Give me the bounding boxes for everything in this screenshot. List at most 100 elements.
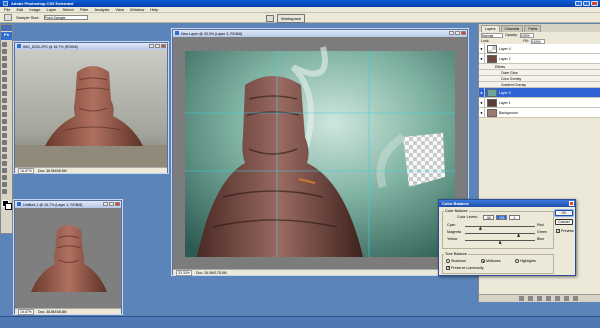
layer-row[interactable]: ● Layer 4 xyxy=(479,43,600,54)
minimize-doc-button[interactable] xyxy=(103,202,108,206)
visibility-eye-icon[interactable]: ● xyxy=(479,53,485,64)
new-layer-icon[interactable] xyxy=(564,296,569,301)
cyan-red-field[interactable]: -56 xyxy=(483,215,494,220)
visibility-eye-icon[interactable]: ● xyxy=(479,87,485,98)
magenta-green-field[interactable]: +53 xyxy=(496,215,507,220)
fill-field[interactable]: 100% xyxy=(530,38,545,44)
zoom-field[interactable]: 33.33% xyxy=(176,269,192,276)
layer-style-icon[interactable] xyxy=(528,296,533,301)
menu-image[interactable]: Image xyxy=(29,7,40,12)
history-brush-tool-icon[interactable] xyxy=(1,104,7,110)
menu-layer[interactable]: Layer xyxy=(46,7,56,12)
close-button[interactable] xyxy=(591,1,598,6)
marquee-tool-icon[interactable] xyxy=(1,48,7,54)
minimize-button[interactable] xyxy=(575,1,582,6)
visibility-eye-icon[interactable]: ● xyxy=(479,43,485,54)
crop-tool-icon[interactable] xyxy=(1,69,7,75)
dodge-tool-icon[interactable] xyxy=(1,132,7,138)
adjustment-layer-icon[interactable] xyxy=(546,296,551,301)
new-group-icon[interactable] xyxy=(555,296,560,301)
notes-tool-icon[interactable] xyxy=(1,167,7,173)
layer-row-selected[interactable]: ● Layer 3 xyxy=(479,87,600,98)
layer-mask-icon[interactable] xyxy=(537,296,542,301)
minimize-doc-button[interactable] xyxy=(149,44,154,48)
trash-icon[interactable] xyxy=(573,296,578,301)
layer-row[interactable]: ● Background xyxy=(479,107,600,118)
gradient-tool-icon[interactable] xyxy=(1,118,7,124)
bridge-icon[interactable] xyxy=(266,15,274,22)
shape-tool-icon[interactable] xyxy=(1,160,7,166)
color-swatches[interactable] xyxy=(2,200,12,210)
zoom-field[interactable]: 16.67% xyxy=(18,167,34,174)
highlights-radio[interactable] xyxy=(515,259,519,263)
close-doc-button[interactable] xyxy=(461,31,466,35)
dialog-title-bar[interactable]: Color Balance xyxy=(439,200,575,207)
slice-tool-icon[interactable] xyxy=(1,76,7,82)
document-title-bar[interactable]: IMG_5233.JPG @ 16.7% (RGB/8) xyxy=(15,43,167,50)
document-window-main[interactable]: New Layer @ 33.3% (Layer 3, RGB/8) 33.33… xyxy=(172,29,468,276)
path-select-tool-icon[interactable] xyxy=(1,153,7,159)
menu-view[interactable]: View xyxy=(115,7,124,12)
layer-row[interactable]: ● Layer 2 xyxy=(479,53,600,64)
cancel-button[interactable]: Cancel xyxy=(555,219,573,225)
menu-file[interactable]: File xyxy=(4,7,10,12)
blur-tool-icon[interactable] xyxy=(1,125,7,131)
menu-filter[interactable]: Filter xyxy=(80,7,89,12)
maximize-doc-button[interactable] xyxy=(155,44,160,48)
background-color-swatch[interactable] xyxy=(5,203,12,210)
menu-window[interactable]: Window xyxy=(130,7,144,12)
yellow-blue-field[interactable]: 0 xyxy=(509,215,520,220)
visibility-eye-icon[interactable]: ● xyxy=(479,107,485,118)
document-title-bar[interactable]: Untitled-1 @ 16.7% (Layer 1, RGB/8) xyxy=(15,201,121,208)
shadows-radio[interactable] xyxy=(446,259,450,263)
maximize-doc-button[interactable] xyxy=(455,31,460,35)
move-tool-icon[interactable] xyxy=(1,41,7,47)
document-canvas[interactable] xyxy=(15,50,167,167)
close-doc-button[interactable] xyxy=(161,44,166,48)
hand-tool-icon[interactable] xyxy=(1,181,7,187)
minimize-doc-button[interactable] xyxy=(449,31,454,35)
menu-help[interactable]: Help xyxy=(150,7,158,12)
opacity-field[interactable]: 100% xyxy=(519,32,534,38)
preview-checkbox[interactable]: ✓ xyxy=(556,229,560,233)
document-canvas[interactable] xyxy=(15,208,121,308)
brush-tool-icon[interactable] xyxy=(1,90,7,96)
type-tool-icon[interactable] xyxy=(1,146,7,152)
lasso-tool-icon[interactable] xyxy=(1,55,7,61)
eraser-tool-icon[interactable] xyxy=(1,111,7,117)
midtones-radio[interactable] xyxy=(481,259,485,263)
menu-analysis[interactable]: Analysis xyxy=(95,7,110,12)
tab-channels[interactable]: Channels xyxy=(500,25,524,32)
sample-size-select[interactable]: Point Sample xyxy=(43,15,88,20)
maximize-doc-button[interactable] xyxy=(109,202,114,206)
zoom-tool-icon[interactable] xyxy=(1,188,7,194)
ok-button[interactable]: OK xyxy=(555,210,573,216)
zoom-field[interactable]: 16.67% xyxy=(18,308,34,315)
menu-select[interactable]: Select xyxy=(63,7,74,12)
tab-paths[interactable]: Paths xyxy=(524,25,542,32)
dialog-close-button[interactable] xyxy=(569,201,574,206)
menu-edit[interactable]: Edit xyxy=(16,7,23,12)
clone-tool-icon[interactable] xyxy=(1,97,7,103)
link-layers-icon[interactable] xyxy=(519,296,524,301)
pen-tool-icon[interactable] xyxy=(1,139,7,145)
document-window-photo[interactable]: IMG_5233.JPG @ 16.7% (RGB/8) 16.67% Doc:… xyxy=(14,42,168,174)
visibility-eye-icon[interactable]: ● xyxy=(479,97,485,108)
eyedropper-tool-icon[interactable] xyxy=(1,174,7,180)
preserve-luminosity-checkbox[interactable]: ✓ xyxy=(446,266,450,270)
workspace-button[interactable]: Workspace xyxy=(277,14,305,23)
maximize-button[interactable] xyxy=(583,1,590,6)
tab-layers[interactable]: Layers xyxy=(481,25,500,32)
magenta-green-slider[interactable] xyxy=(465,233,535,234)
document-canvas[interactable] xyxy=(173,37,467,269)
document-title-bar[interactable]: New Layer @ 33.3% (Layer 3, RGB/8) xyxy=(173,30,467,37)
cyan-red-slider[interactable] xyxy=(465,226,535,227)
eyedropper-icon[interactable] xyxy=(4,14,12,21)
quick-select-tool-icon[interactable] xyxy=(1,62,7,68)
toolbox-header[interactable] xyxy=(1,25,12,31)
document-window-untitled[interactable]: Untitled-1 @ 16.7% (Layer 1, RGB/8) 16.6… xyxy=(14,200,122,315)
healing-tool-icon[interactable] xyxy=(1,83,7,89)
blend-mode-select[interactable]: Normal xyxy=(481,32,503,38)
layer-row[interactable]: ● Layer 1 xyxy=(479,97,600,108)
close-doc-button[interactable] xyxy=(115,202,120,206)
